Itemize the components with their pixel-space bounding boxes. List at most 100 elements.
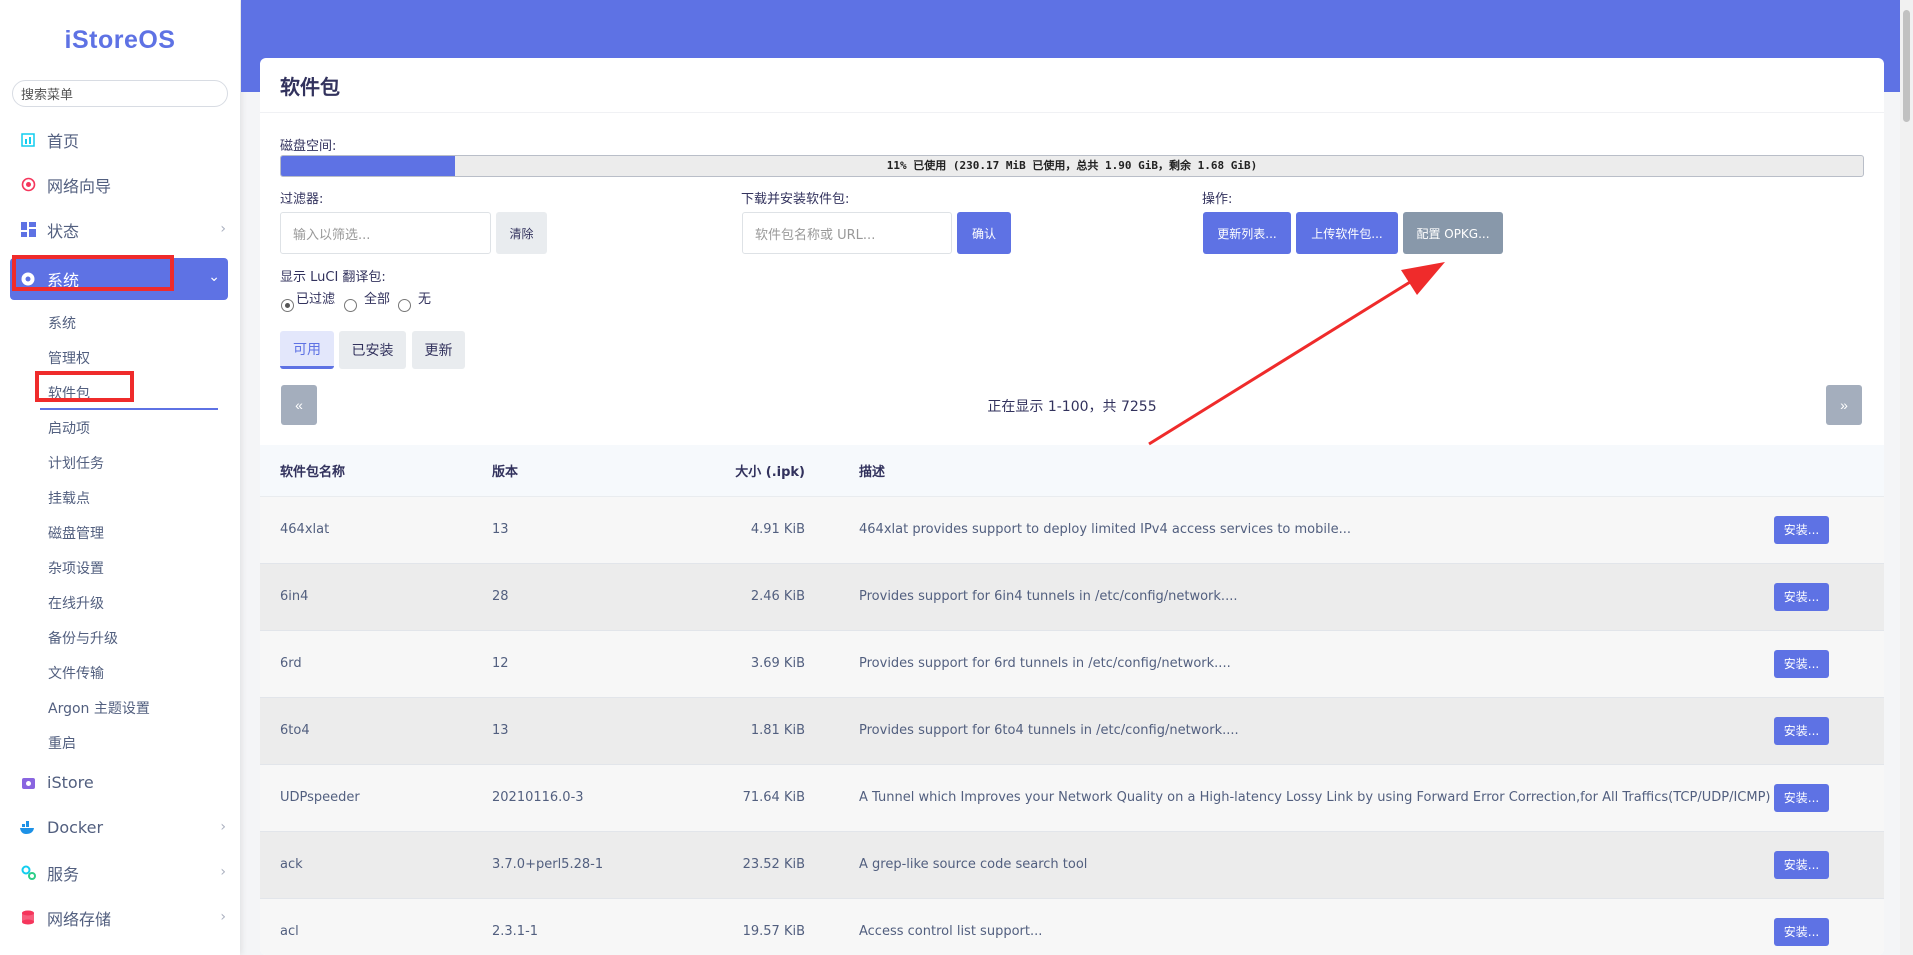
sub-item-reboot[interactable]: 重启: [0, 725, 240, 760]
filter-input[interactable]: 输入以筛选...: [280, 212, 491, 254]
pager-status: 正在显示 1-100，共 7255: [987, 399, 1157, 415]
chevron-right-icon: ›: [220, 864, 226, 880]
nav-item-docker[interactable]: Docker ›: [0, 805, 240, 850]
actions-label: 操作:: [1202, 192, 1233, 207]
nav-item-label: 网络: [47, 951, 79, 955]
column-header-size: 大小 (.ipk): [682, 445, 825, 497]
nav-item-label: 服务: [47, 864, 80, 884]
nav-item-istore[interactable]: iStore: [0, 760, 240, 805]
annotation-box-system: [12, 255, 174, 291]
tab-updates[interactable]: 更新: [412, 331, 465, 369]
package-name: 6rd: [260, 630, 492, 698]
radio-all[interactable]: [344, 299, 357, 312]
sub-item-disk-manager[interactable]: 磁盘管理: [0, 515, 240, 550]
annotation-box-software: [35, 371, 134, 402]
action-cell: 安装...: [1774, 630, 1884, 698]
package-name: 6in4: [260, 563, 492, 631]
radio-none[interactable]: [398, 299, 411, 312]
tab-available[interactable]: 可用: [280, 331, 334, 369]
radio-filtered[interactable]: [281, 299, 294, 312]
docker-icon: [20, 820, 36, 836]
nav-item-home[interactable]: 首页: [0, 117, 240, 162]
nav-item-services[interactable]: 服务 ›: [0, 850, 240, 895]
nav-item-status[interactable]: 状态 ›: [0, 207, 240, 252]
nav-item-network-wizard[interactable]: 网络向导: [0, 162, 240, 207]
nav-item-label: iStore: [47, 773, 94, 792]
sub-item-online-upgrade[interactable]: 在线升级: [0, 585, 240, 620]
update-lists-button[interactable]: 更新列表...: [1203, 212, 1291, 254]
package-name: acl: [260, 898, 492, 955]
sub-item-misc[interactable]: 杂项设置: [0, 550, 240, 585]
package-version: 13: [492, 496, 682, 564]
services-icon: [20, 865, 36, 881]
sub-item-backup[interactable]: 备份与升级: [0, 620, 240, 655]
package-size: 19.57 KiB: [682, 898, 825, 955]
package-description: A Tunnel which Improves your Network Qua…: [825, 764, 1774, 832]
disk-usage-bar: 11% 已使用 (230.17 MiB 已使用，总共 1.90 GiB，剩余 1…: [280, 155, 1864, 177]
disk-space-label: 磁盘空间:: [280, 139, 337, 154]
install-button[interactable]: 安装...: [1774, 917, 1829, 946]
radio-filtered-label: 已过滤: [296, 292, 336, 307]
nav-item-label: 网络向导: [47, 176, 112, 196]
package-size: 71.64 KiB: [682, 764, 825, 832]
package-name: UDPspeeder: [260, 764, 492, 832]
chevron-down-icon: ⌄: [208, 269, 220, 285]
disk-usage-text: 11% 已使用 (230.17 MiB 已使用，总共 1.90 GiB，剩余 1…: [886, 159, 1258, 172]
nav-item-nas[interactable]: 网络存储 ›: [0, 895, 240, 940]
download-install-label: 下载并安装软件包:: [741, 192, 850, 207]
sub-item-system[interactable]: 系统: [0, 305, 240, 340]
clear-button[interactable]: 清除: [496, 212, 547, 254]
sub-item-admin[interactable]: 管理权: [0, 340, 240, 375]
tab-installed[interactable]: 已安装: [339, 331, 406, 369]
package-description: Provides support for 6to4 tunnels in /et…: [825, 697, 1774, 765]
radio-all-label: 全部: [364, 292, 391, 307]
sub-item-argon-config[interactable]: Argon 主题设置: [0, 690, 240, 725]
home-icon: [20, 132, 36, 148]
page-title: 软件包: [260, 58, 1884, 113]
table-row: 6to4 13 1.81 KiB Provides support for 6to4 …: [260, 697, 1884, 765]
install-button[interactable]: 安装...: [1774, 515, 1829, 544]
table-row: UDPspeeder 20210116.0-3 71.64 KiB A Tunnel …: [260, 764, 1884, 832]
confirm-button[interactable]: 确认: [957, 212, 1011, 254]
action-cell: 安装...: [1774, 898, 1884, 955]
sub-item-mounts[interactable]: 挂载点: [0, 480, 240, 515]
table-row: 464xlat 13 4.91 KiB 464xlat provides suppor…: [260, 496, 1884, 564]
install-button[interactable]: 安装...: [1774, 783, 1829, 812]
install-button[interactable]: 安装...: [1774, 850, 1829, 879]
store-icon: [20, 775, 36, 791]
column-header-action: [1774, 445, 1884, 497]
sub-item-crontab[interactable]: 计划任务: [0, 445, 240, 480]
nav-item-label: 状态: [47, 221, 80, 241]
sub-item-startup[interactable]: 启动项: [0, 410, 240, 445]
upload-package-button[interactable]: 上传软件包...: [1296, 212, 1398, 254]
action-cell: 安装...: [1774, 697, 1884, 765]
main-card: 软件包 磁盘空间: 11% 已使用 (230.17 MiB 已使用，总共 1.9…: [260, 58, 1884, 955]
table-row: 6rd 12 3.69 KiB Provides support for 6rd tu…: [260, 630, 1884, 698]
package-size: 1.81 KiB: [682, 697, 825, 765]
scrollbar-thumb[interactable]: [1903, 10, 1910, 122]
radio-none-label: 无: [418, 292, 432, 307]
chevron-right-icon: ›: [220, 819, 226, 835]
nav-item-network[interactable]: 网络 ›: [0, 940, 240, 955]
configure-opkg-button[interactable]: 配置 OPKG...: [1403, 212, 1503, 254]
package-description: Provides support for 6in4 tunnels in /et…: [825, 563, 1774, 631]
search-menu-input[interactable]: 搜索菜单: [12, 80, 228, 107]
chevron-right-icon: ›: [220, 221, 226, 237]
package-size: 2.46 KiB: [682, 563, 825, 631]
column-header-name: 软件包名称: [260, 445, 492, 497]
install-button[interactable]: 安装...: [1774, 716, 1829, 745]
package-size: 3.69 KiB: [682, 630, 825, 698]
sub-item-file-transfer[interactable]: 文件传输: [0, 655, 240, 690]
install-button[interactable]: 安装...: [1774, 582, 1829, 611]
package-url-input[interactable]: 软件包名称或 URL...: [742, 212, 952, 254]
package-size: 4.91 KiB: [682, 496, 825, 564]
table-row: ack 3.7.0+perl5.28-1 23.52 KiB A grep-like …: [260, 831, 1884, 899]
nav-item-label: Docker: [47, 818, 104, 837]
package-description: 464xlat provides support to deploy limit…: [825, 496, 1774, 564]
page-scrollbar[interactable]: [1900, 0, 1913, 955]
globe-icon: [20, 177, 36, 193]
package-size: 23.52 KiB: [682, 831, 825, 899]
package-description: Access control list support...: [825, 898, 1774, 955]
next-page-button[interactable]: »: [1826, 385, 1862, 425]
install-button[interactable]: 安装...: [1774, 649, 1829, 678]
